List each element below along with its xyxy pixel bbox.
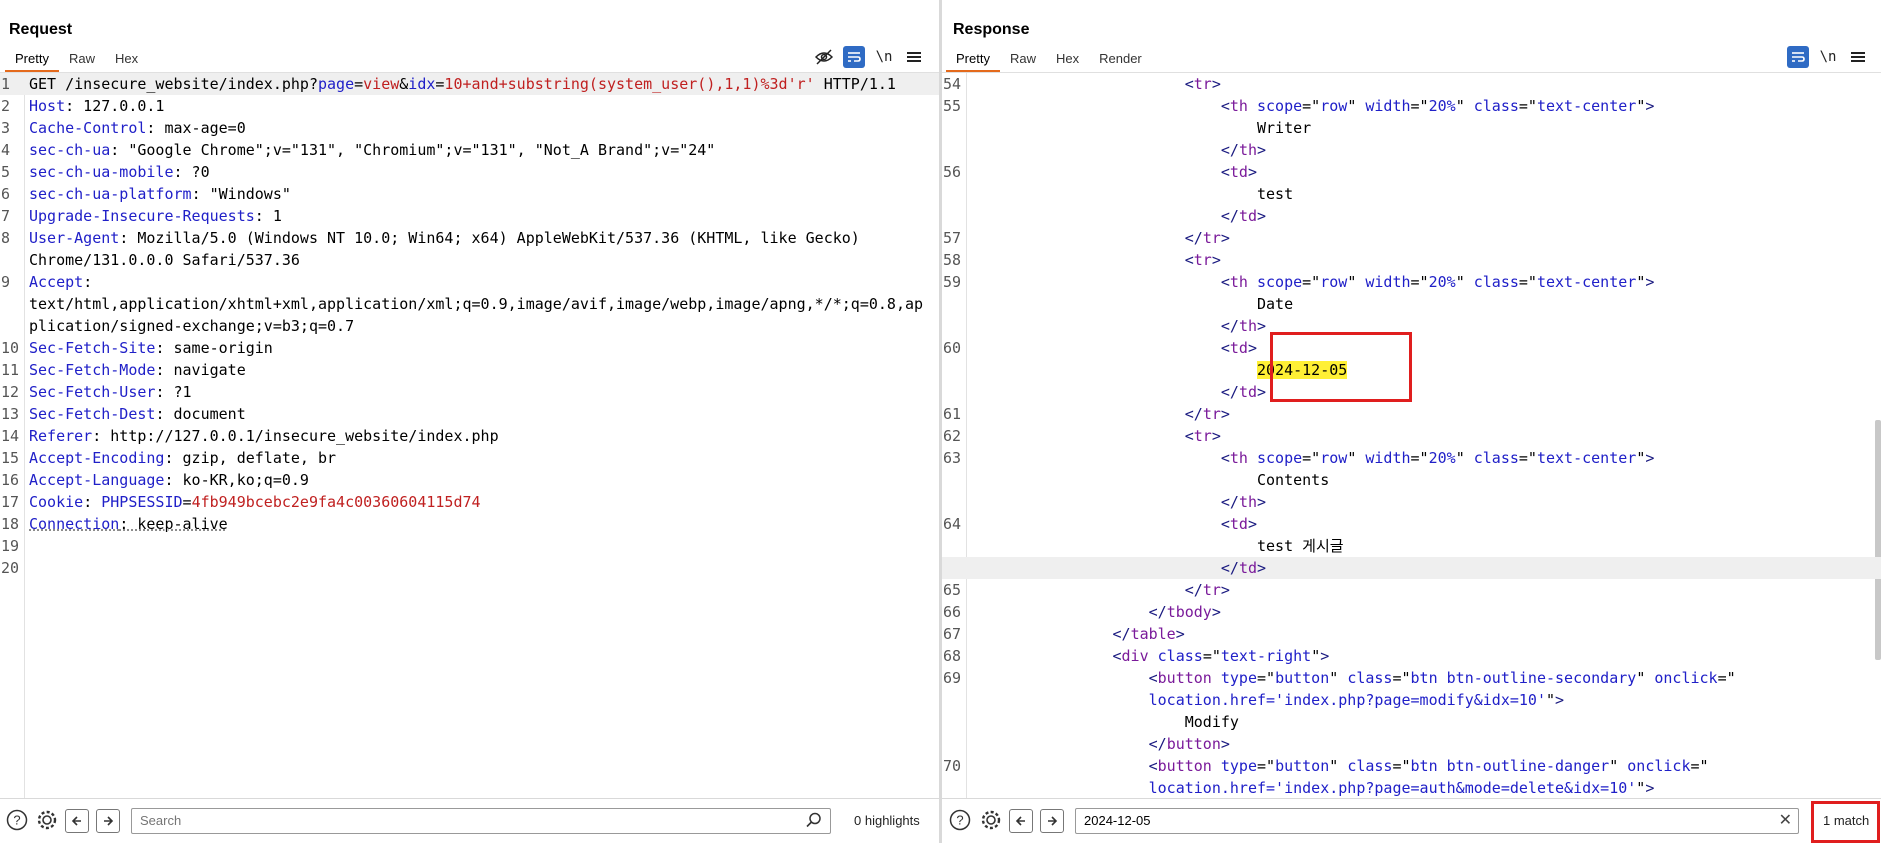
code-line: </td> (1220, 383, 1267, 401)
tab-request-pretty[interactable]: Pretty (5, 48, 59, 72)
gear-icon[interactable] (979, 808, 1003, 832)
code-line: 68 <div class="text-right"> (943, 647, 1330, 665)
help-icon[interactable]: ? (948, 808, 972, 832)
code-line: 12 Sec-Fetch-User: ?1 (1, 383, 192, 401)
code-line: </td> (1220, 207, 1267, 225)
code-line: 62 <tr> (943, 427, 1221, 445)
code-line: 10 Sec-Fetch-Site: same-origin (1, 339, 273, 357)
code-line: 6 sec-ch-ua-platform: "Windows" (1, 185, 291, 203)
request-title: Request (9, 21, 73, 38)
response-pane: Response Pretty Raw Hex Render \n 54 <tr… (942, 0, 1881, 843)
arrow-left-icon[interactable] (65, 809, 89, 833)
response-tabs: Pretty Raw Hex Render (946, 48, 1152, 72)
highlights-count: 0 highlights (854, 813, 920, 828)
code-line: 59 <th scope="row" width="20%" class="te… (943, 273, 1655, 291)
code-line: 20 (1, 559, 20, 577)
code-line: Contents (968, 471, 1330, 489)
code-line: 5 sec-ch-ua-mobile: ?0 (1, 163, 210, 181)
code-line: 4 sec-ch-ua: "Google Chrome";v="131", "Ch… (1, 141, 716, 159)
tab-response-raw[interactable]: Raw (1000, 48, 1046, 70)
tab-response-render[interactable]: Render (1089, 48, 1152, 70)
code-line: Writer (968, 119, 1312, 137)
response-editor[interactable]: 54 <tr> 55 <th scope="row" width="20%" c… (942, 73, 1881, 799)
menu-icon[interactable] (903, 46, 925, 68)
code-line: 60 <td> (943, 339, 1257, 357)
code-line: 16 Accept-Language: ko-KR,ko;q=0.9 (1, 471, 309, 489)
newline-toggle-icon[interactable]: \n (873, 46, 895, 68)
request-tabs: Pretty Raw Hex (5, 48, 148, 72)
code-line: test (968, 185, 1294, 203)
code-line: </th> (1220, 141, 1267, 159)
help-icon[interactable]: ? (5, 808, 29, 832)
code-line: 65 </tr> (943, 581, 1230, 599)
code-line: 14 Referer: http://127.0.0.1/insecure_web… (1, 427, 499, 445)
code-line: </td> (942, 557, 1881, 579)
code-line: 54 <tr> (943, 75, 1221, 93)
code-line: 8 User-Agent: Mozilla/5.0 (Windows NT 10.… (1, 229, 860, 269)
arrow-right-icon[interactable] (96, 809, 120, 833)
response-search-bar: ? ✕ 1 match (942, 798, 1881, 843)
code-line: 15 Accept-Encoding: gzip, deflate, br (1, 449, 337, 467)
search-match-highlight: 2024-12-05 (1256, 361, 1348, 379)
word-wrap-icon[interactable] (843, 46, 865, 68)
tab-response-pretty[interactable]: Pretty (946, 48, 1000, 72)
code-line: 70 <button type="button" class="btn btn-… (943, 757, 1709, 797)
request-toolbar: \n (813, 46, 925, 68)
code-line: 11 Sec-Fetch-Mode: navigate (1, 361, 246, 379)
code-line: 17 Cookie: PHPSESSID=4fb949bcebc2e9fa4c00… (1, 493, 481, 511)
code-line: 61 </tr> (943, 405, 1230, 423)
code-line: Date (968, 295, 1294, 313)
code-line: Modify (968, 713, 1239, 731)
svg-text:?: ? (956, 813, 963, 828)
code-line: 2 Host: 127.0.0.1 (1, 97, 165, 115)
code-line: 3 Cache-Control: max-age=0 (1, 119, 246, 137)
code-line: 7 Upgrade-Insecure-Requests: 1 (1, 207, 282, 225)
request-search-input[interactable] (132, 809, 742, 831)
code-line: 9 Accept: text/html,application/xhtml+xml… (1, 273, 924, 335)
response-title: Response (953, 21, 1030, 38)
newline-toggle-icon[interactable]: \n (1817, 46, 1839, 68)
burp-repeater: Request Pretty Raw Hex \n 1 GET /insecure… (0, 0, 1881, 843)
code-line: test 게시글 (968, 537, 1344, 555)
request-pane: Request Pretty Raw Hex \n 1 GET /insecure… (0, 0, 939, 843)
tab-request-hex[interactable]: Hex (105, 48, 148, 70)
search-icon[interactable] (806, 812, 822, 833)
code-line: 66 </tbody> (943, 603, 1221, 621)
word-wrap-icon[interactable] (1787, 46, 1809, 68)
code-line: </button> (1148, 735, 1230, 753)
tab-response-hex[interactable]: Hex (1046, 48, 1089, 70)
clear-search-icon[interactable]: ✕ (1779, 810, 1792, 830)
gear-icon[interactable] (35, 808, 59, 832)
request-search-bar: ? 0 highlights (0, 798, 939, 843)
code-line: 67 </table> (943, 625, 1185, 643)
response-search-input[interactable] (1076, 809, 1706, 831)
code-line: 55 <th scope="row" width="20%" class="te… (943, 97, 1655, 115)
request-search-field[interactable] (131, 808, 831, 834)
code-line: 69 <button type="button" class="btn btn-… (943, 669, 1736, 709)
tab-request-raw[interactable]: Raw (59, 48, 105, 70)
code-line: 19 (1, 537, 20, 555)
response-search-field[interactable]: ✕ (1075, 808, 1799, 834)
request-editor[interactable]: 1 GET /insecure_website/index.php?page=vi… (0, 73, 939, 799)
code-line: 13 Sec-Fetch-Dest: document (1, 405, 246, 423)
code-line: 58 <tr> (943, 251, 1221, 269)
match-count: 1 match (1823, 813, 1870, 828)
code-line: 2024-12-05 (942, 359, 1881, 381)
code-line: 57 </tr> (943, 229, 1230, 247)
code-line: </th> (1220, 493, 1267, 511)
code-line: 1 GET /insecure_website/index.php?page=vi… (0, 73, 939, 95)
response-toolbar: \n (1787, 46, 1869, 68)
code-line: 18 Connection: keep-alive (1, 515, 228, 533)
hide-non-printable-icon[interactable] (813, 46, 835, 68)
svg-text:?: ? (13, 813, 20, 828)
code-line: 64 <td> (943, 515, 1257, 533)
menu-icon[interactable] (1847, 46, 1869, 68)
code-line: 63 <th scope="row" width="20%" class="te… (943, 449, 1655, 467)
code-line: 56 <td> (943, 163, 1257, 181)
arrow-right-icon[interactable] (1040, 809, 1064, 833)
arrow-left-icon[interactable] (1009, 809, 1033, 833)
code-line: </th> (1220, 317, 1267, 335)
